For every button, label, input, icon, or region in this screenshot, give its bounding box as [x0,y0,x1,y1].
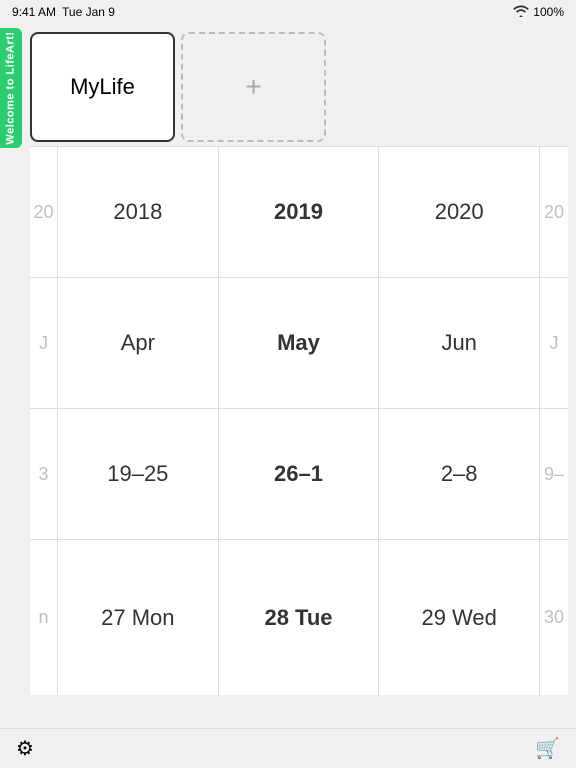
status-date: Tue Jan 9 [62,5,115,19]
bottom-bar: ⚙ 🛒 [0,728,576,768]
add-card[interactable]: + [181,32,326,142]
day-section: n 27 Mon 28 Tue 29 Wed 30 [0,539,576,695]
status-time: 9:41 AM [12,5,56,19]
year-row: 20 2018 2019 2020 20 [30,146,568,277]
week-cell-2-8[interactable]: 2–8 [379,409,540,539]
month-section: J Apr May Jun J [0,277,576,408]
add-icon: + [245,71,261,103]
mylife-label: MyLife [70,74,135,100]
year-peek-right: 20 [540,147,568,277]
week-cell-26-1[interactable]: 26–1 [219,409,380,539]
year-cell-2018[interactable]: 2018 [58,147,219,277]
mylife-card[interactable]: MyLife [30,32,175,142]
week-row: 3 19–25 26–1 2–8 9– [30,408,568,539]
top-cards-row: MyLife + [0,24,576,146]
week-peek-right: 9– [540,409,568,539]
wifi-icon [513,5,529,20]
day-peek-left: n [30,540,58,695]
year-peek-left: 20 [30,147,58,277]
year-cell-2019[interactable]: 2019 [219,147,380,277]
status-right: 100% [513,5,564,20]
day-peek-right: 30 [540,540,568,695]
day-cell-mon[interactable]: 27 Mon [58,540,219,695]
month-cell-jun[interactable]: Jun [379,278,540,408]
week-peek-left: 3 [30,409,58,539]
year-cell-2020[interactable]: 2020 [379,147,540,277]
month-cell-apr[interactable]: Apr [58,278,219,408]
week-cell-19-25[interactable]: 19–25 [58,409,219,539]
month-cell-may[interactable]: May [219,278,380,408]
settings-icon[interactable]: ⚙ [16,736,34,761]
cart-icon[interactable]: 🛒 [535,736,560,761]
status-bar: 9:41 AM Tue Jan 9 100% [0,0,576,24]
month-row: J Apr May Jun J [30,277,568,408]
year-section: 20 2018 2019 2020 20 [0,146,576,277]
main-content: MyLife + 20 2018 2019 2020 20 [0,24,576,728]
battery-status: 100% [533,5,564,19]
month-peek-left: J [30,278,58,408]
month-peek-right: J [540,278,568,408]
day-row: n 27 Mon 28 Tue 29 Wed 30 [30,539,568,695]
week-section: 3 19–25 26–1 2–8 9– [0,408,576,539]
day-cell-wed[interactable]: 29 Wed [379,540,540,695]
day-cell-tue[interactable]: 28 Tue [219,540,380,695]
status-left: 9:41 AM Tue Jan 9 [12,5,115,19]
